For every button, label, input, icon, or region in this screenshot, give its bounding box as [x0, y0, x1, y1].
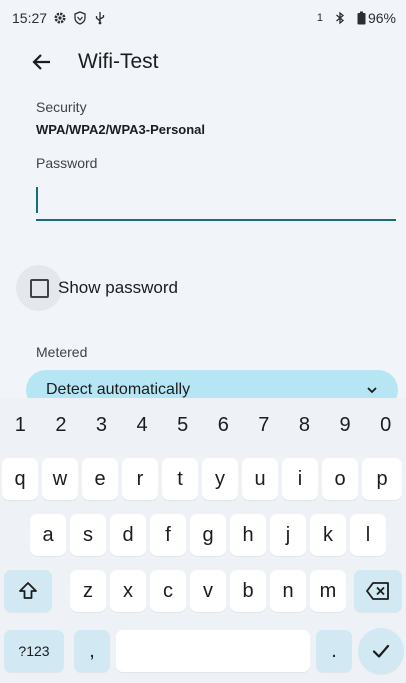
on-screen-keyboard: 1 2 3 4 5 6 7 8 9 0 q w e r t y u i o p …: [0, 398, 406, 683]
app-bar: Wifi-Test: [0, 36, 406, 88]
status-bar: 15:27 1 96%: [0, 0, 406, 36]
key-2[interactable]: 2: [41, 398, 82, 452]
key-period[interactable]: .: [316, 630, 352, 672]
show-password-label: Show password: [58, 278, 179, 297]
key-3[interactable]: 3: [81, 398, 122, 452]
key-c[interactable]: c: [150, 570, 186, 612]
shift-icon: [19, 582, 37, 599]
bluetooth-icon: [336, 11, 344, 25]
sim-slot-indicator: 1: [316, 12, 323, 24]
backspace-key[interactable]: [354, 570, 402, 612]
key-z[interactable]: z: [70, 570, 106, 612]
key-r[interactable]: r: [122, 458, 158, 500]
key-l[interactable]: l: [350, 514, 386, 556]
keyboard-number-row: 1 2 3 4 5 6 7 8 9 0: [0, 398, 406, 452]
battery-icon: [357, 11, 366, 25]
checkbox-ripple: [16, 265, 62, 311]
back-button[interactable]: [18, 38, 66, 86]
key-m[interactable]: m: [310, 570, 346, 612]
gear-icon: [54, 12, 66, 24]
check-icon: [372, 644, 390, 658]
key-e[interactable]: e: [82, 458, 118, 500]
key-0[interactable]: 0: [365, 398, 406, 452]
key-w[interactable]: w: [42, 458, 78, 500]
security-label: Security: [36, 99, 87, 115]
shift-key[interactable]: [4, 570, 52, 612]
key-k[interactable]: k: [310, 514, 346, 556]
text-cursor: [36, 187, 38, 213]
enter-key[interactable]: [358, 628, 404, 674]
key-8[interactable]: 8: [284, 398, 325, 452]
key-comma[interactable]: ,: [74, 630, 110, 672]
security-value: WPA/WPA2/WPA3-Personal: [36, 122, 206, 137]
backspace-icon: [366, 582, 389, 600]
key-g[interactable]: g: [190, 514, 226, 556]
key-7[interactable]: 7: [244, 398, 285, 452]
battery-percent: 96%: [367, 10, 396, 26]
key-p[interactable]: p: [362, 458, 402, 500]
key-n[interactable]: n: [270, 570, 306, 612]
key-x[interactable]: x: [110, 570, 146, 612]
arrow-left-icon: [32, 54, 50, 70]
usb-icon: [95, 12, 105, 25]
password-input[interactable]: [36, 183, 396, 221]
key-d[interactable]: d: [110, 514, 146, 556]
symbols-key-label: ?123: [18, 643, 50, 659]
metered-label: Metered: [36, 344, 88, 360]
shield-icon: [74, 11, 86, 25]
chevron-down-icon: [367, 387, 377, 394]
key-6[interactable]: 6: [203, 398, 244, 452]
key-9[interactable]: 9: [325, 398, 366, 452]
key-h[interactable]: h: [230, 514, 266, 556]
show-password-toggle[interactable]: Show password: [16, 265, 179, 311]
password-label: Password: [36, 155, 98, 171]
key-a[interactable]: a: [30, 514, 66, 556]
metered-selected-value: Detect automatically: [46, 381, 191, 398]
key-y[interactable]: y: [202, 458, 238, 500]
key-o[interactable]: o: [322, 458, 358, 500]
key-f[interactable]: f: [150, 514, 186, 556]
key-4[interactable]: 4: [122, 398, 163, 452]
key-j[interactable]: j: [270, 514, 306, 556]
key-u[interactable]: u: [242, 458, 278, 500]
key-t[interactable]: t: [162, 458, 198, 500]
key-i[interactable]: i: [282, 458, 318, 500]
key-b[interactable]: b: [230, 570, 266, 612]
key-q[interactable]: q: [2, 458, 38, 500]
key-v[interactable]: v: [190, 570, 226, 612]
key-1[interactable]: 1: [0, 398, 41, 452]
space-bar[interactable]: [116, 630, 310, 672]
page-title: Wifi-Test: [78, 50, 159, 73]
symbols-key[interactable]: ?123: [4, 630, 64, 672]
key-5[interactable]: 5: [162, 398, 203, 452]
key-s[interactable]: s: [70, 514, 106, 556]
clock: 15:27: [12, 10, 48, 26]
show-password-checkbox[interactable]: [29, 278, 49, 298]
